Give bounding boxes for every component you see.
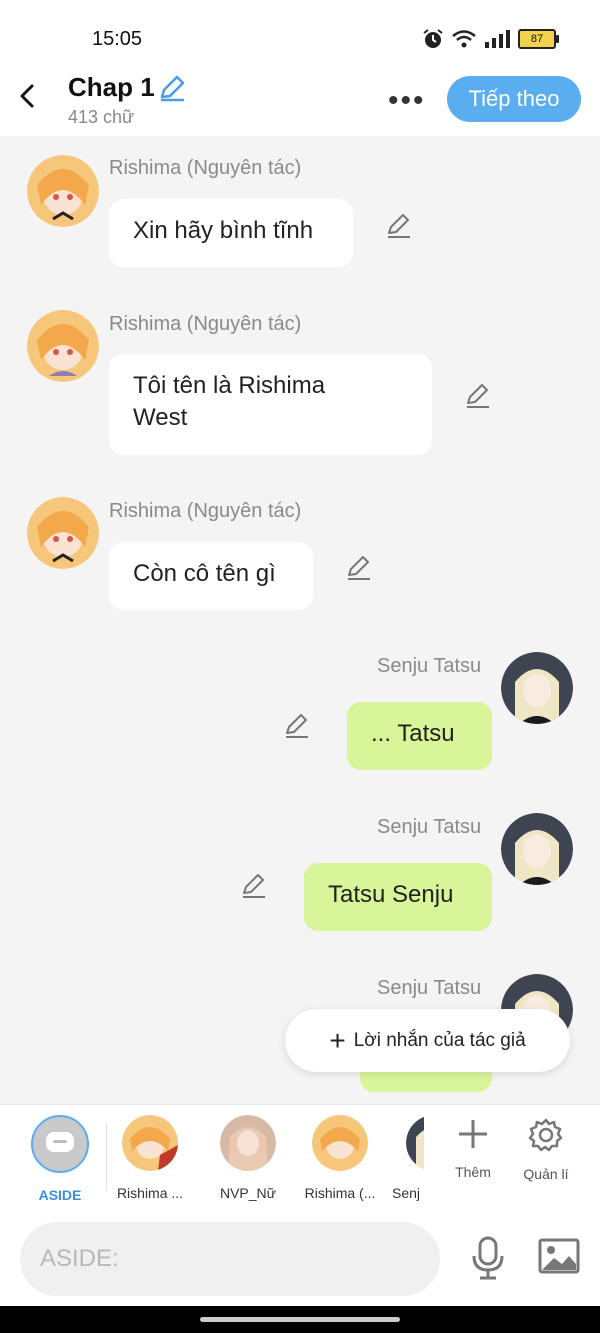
chapter-title: Chap 1 — [68, 72, 155, 102]
avatar — [312, 1115, 368, 1171]
author-note-button[interactable]: + Lời nhắn của tác giả — [285, 1009, 570, 1072]
gear-icon — [528, 1118, 563, 1152]
more-icon[interactable]: ••• — [388, 84, 426, 118]
plus-icon: + — [329, 1024, 346, 1056]
microphone-icon[interactable] — [470, 1236, 506, 1280]
pencil-icon[interactable] — [157, 73, 187, 103]
word-count: 413 chữ — [68, 107, 135, 127]
manage-label: Quản lí — [523, 1166, 569, 1182]
avatar-rishima[interactable] — [27, 497, 99, 569]
avatar-rishima[interactable] — [27, 310, 99, 382]
character-aside[interactable]: ASIDE — [30, 1115, 90, 1203]
character-rishima[interactable]: Rishima ... — [112, 1115, 188, 1201]
sender-name: Senju Tatsu — [377, 977, 482, 999]
status-time: 15:05 — [92, 28, 143, 50]
character-senju[interactable]: Senj — [392, 1115, 424, 1201]
manage-button[interactable]: Quản lí — [518, 1117, 574, 1182]
back-icon[interactable] — [14, 82, 42, 110]
author-note-label: Lời nhắn của tác giả — [353, 1029, 526, 1051]
character-label: ASIDE — [38, 1187, 82, 1203]
status-bar: 15:05 87 — [0, 0, 600, 70]
character-label: NVP_Nữ — [219, 1185, 277, 1201]
alarm-icon — [423, 29, 443, 48]
message-bubble[interactable]: Còn cô tên gì — [109, 542, 313, 610]
next-button[interactable]: Tiếp theo — [447, 76, 581, 122]
pencil-icon[interactable] — [344, 553, 374, 583]
chapter-header: Chap 1 413 chữ ••• Tiếp theo — [0, 70, 600, 136]
sender-name: Senju Tatsu — [377, 655, 482, 677]
sender-name: Rishima (Nguyên tác) — [109, 500, 302, 522]
home-handle[interactable] — [200, 1317, 400, 1322]
avatar — [220, 1115, 276, 1171]
sender-name: Rishima (Nguyên tác) — [109, 157, 302, 179]
message-bubble[interactable]: Tatsu Senju — [304, 863, 492, 931]
avatar-senju-tatsu[interactable] — [501, 652, 573, 724]
add-character-button[interactable]: Thêm — [452, 1117, 494, 1180]
avatar-senju-tatsu[interactable] — [501, 813, 573, 885]
message-input[interactable]: ASIDE: — [20, 1222, 440, 1296]
sender-name: Rishima (Nguyên tác) — [109, 313, 302, 335]
avatar — [122, 1115, 178, 1171]
character-bar: ASIDE Rishima ... NVP_Nữ Rishima (... Se… — [0, 1104, 600, 1211]
avatar — [406, 1115, 424, 1171]
chat-area: Rishima (Nguyên tác) Xin hãy bình tĩnh R… — [0, 136, 600, 1104]
signal-icon — [485, 30, 510, 48]
pencil-icon[interactable] — [384, 211, 414, 241]
wifi-icon — [452, 30, 476, 48]
input-bar: ASIDE: — [0, 1210, 600, 1306]
character-nvp-nu[interactable]: NVP_Nữ — [210, 1115, 286, 1201]
add-label: Thêm — [455, 1164, 491, 1180]
message-bubble[interactable]: ... Tatsu — [347, 702, 492, 770]
message-line: Tôi tên là Rishima — [133, 372, 326, 399]
character-rishima-original[interactable]: Rishima (... — [300, 1115, 380, 1201]
sender-name: Senju Tatsu — [377, 816, 482, 838]
pencil-icon[interactable] — [282, 711, 312, 741]
character-label: Rishima ... — [116, 1185, 184, 1201]
message-bubble[interactable]: Tôi tên là Rishima West — [109, 354, 432, 455]
pencil-icon[interactable] — [239, 871, 269, 901]
pencil-icon[interactable] — [463, 381, 493, 411]
image-icon[interactable] — [538, 1238, 580, 1274]
character-label: Senj — [392, 1185, 421, 1201]
divider — [106, 1123, 107, 1191]
avatar-rishima[interactable] — [27, 155, 99, 227]
chat-bubble-icon — [31, 1115, 89, 1173]
message-line: West — [133, 404, 188, 431]
status-icons: 87 — [422, 28, 559, 50]
character-label: Rishima (... — [304, 1185, 376, 1201]
plus-icon — [459, 1120, 487, 1148]
system-nav-bar — [0, 1306, 600, 1333]
message-bubble[interactable]: Xin hãy bình tĩnh — [109, 199, 353, 267]
battery-icon: 87 — [518, 29, 559, 49]
